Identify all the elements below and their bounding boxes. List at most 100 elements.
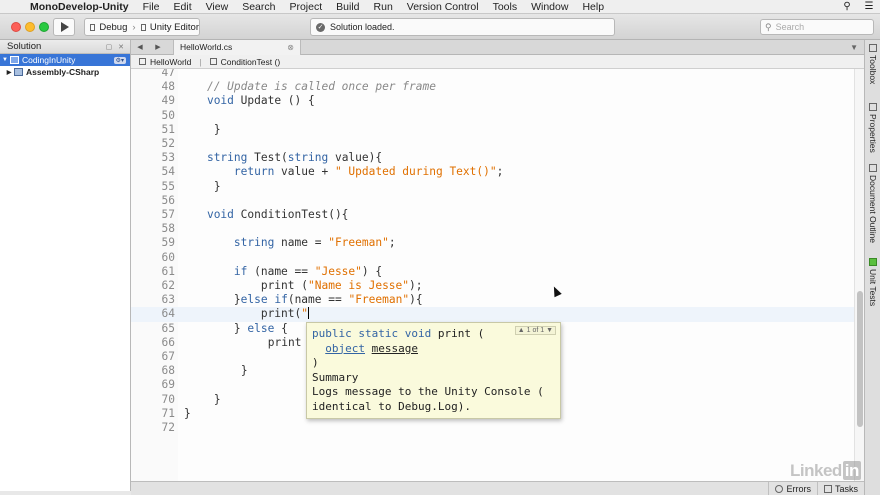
- pad-controls-icon[interactable]: ▢ ✕: [106, 43, 130, 51]
- comment-token: // Update is called once per frame: [206, 80, 436, 94]
- document-tab-bar: ◀ ▶ HelloWorld.cs ⊗ ▼: [131, 39, 864, 55]
- nav-forward-icon[interactable]: ▶: [149, 43, 167, 51]
- tree-item-label: Assembly-CSharp: [26, 67, 100, 77]
- project-icon: [14, 68, 23, 76]
- code-line: 55 }: [131, 180, 854, 194]
- code-line-current: 64 print(": [131, 307, 854, 322]
- configuration-label: Debug: [99, 21, 128, 33]
- code-line: 58: [131, 222, 854, 236]
- notification-center-icon[interactable]: ☰: [858, 1, 880, 12]
- configuration-selector[interactable]: Debug › Unity Editor: [84, 18, 200, 36]
- tab-label: HelloWorld.cs: [180, 42, 233, 52]
- dock-tab-label: Unit Tests: [868, 269, 878, 307]
- minimize-window-button[interactable]: [25, 22, 35, 32]
- zoom-window-button[interactable]: [39, 22, 49, 32]
- parameter-type: object: [325, 341, 365, 355]
- collapse-arrow-icon[interactable]: ▶: [4, 69, 14, 76]
- code-token: value +: [274, 165, 335, 179]
- menu-build[interactable]: Build: [329, 0, 366, 14]
- tasks-button[interactable]: Tasks: [816, 481, 864, 495]
- line-number: 57: [161, 208, 175, 221]
- code-text: string Test(string value){: [180, 151, 382, 164]
- code-token: ;: [496, 165, 504, 179]
- editor-scrollbar[interactable]: [854, 69, 864, 491]
- search-input[interactable]: [775, 22, 866, 32]
- line-number: 49: [161, 94, 175, 108]
- code-editor[interactable]: 47 48 // Update is called once per frame…: [131, 69, 854, 491]
- menu-search[interactable]: Search: [235, 0, 282, 14]
- tab-dropdown-icon[interactable]: ▼: [850, 43, 864, 52]
- code-line: 72: [131, 421, 854, 435]
- tree-item-solution[interactable]: ▼ CodingInUnity ⚙▾: [0, 54, 130, 66]
- code-text: }: [160, 364, 248, 378]
- spotlight-icon[interactable]: ⚲: [836, 1, 858, 12]
- overload-counter[interactable]: ▲ 1 of 1 ▼: [514, 326, 556, 335]
- dock-tab-toolbox[interactable]: Toolbox: [866, 44, 880, 84]
- code-token: {: [274, 321, 288, 335]
- tree-item-assembly[interactable]: ▶ Assembly-CSharp: [0, 66, 130, 78]
- code-line: 57 void ConditionTest(){: [131, 208, 854, 222]
- properties-icon: [869, 103, 877, 111]
- code-token: print (: [260, 279, 308, 292]
- code-line: 60: [131, 251, 854, 265]
- menu-project[interactable]: Project: [282, 0, 329, 14]
- code-text: print ("Name is Jesse");: [180, 279, 423, 292]
- menu-edit[interactable]: Edit: [167, 0, 199, 14]
- keyword-token: else: [247, 321, 275, 335]
- string-token: ": [301, 307, 308, 321]
- keyword-token: void: [206, 94, 234, 108]
- nav-back-icon[interactable]: ◀: [131, 43, 149, 51]
- keyword-token: public static void: [312, 327, 432, 340]
- tab-helloworld[interactable]: HelloWorld.cs ⊗: [173, 39, 301, 55]
- linkedin-watermark: Linked in: [790, 461, 861, 481]
- tooltip-summary-line: identical to Debug.Log).: [312, 399, 471, 413]
- code-token: Test(: [247, 151, 288, 165]
- solution-icon: [10, 56, 19, 64]
- keyword-token: string: [287, 151, 329, 165]
- code-line: 62 print ("Name is Jesse");: [131, 279, 854, 293]
- errors-button[interactable]: Errors: [768, 481, 817, 495]
- parameter-name: message: [371, 341, 418, 355]
- tooltip-summary-line: Logs message to the Unity Console (: [312, 385, 544, 398]
- dock-tab-properties[interactable]: Properties: [866, 103, 880, 153]
- breadcrumb: HelloWorld | ConditionTest (): [131, 55, 864, 69]
- watermark-badge: in: [842, 461, 861, 480]
- check-icon: ✓: [316, 22, 325, 32]
- code-text: }: [157, 406, 191, 420]
- menu-app-name[interactable]: MonoDevelop-Unity: [22, 0, 136, 14]
- run-button[interactable]: [53, 18, 75, 36]
- line-number: 64: [161, 307, 175, 321]
- menu-window[interactable]: Window: [524, 0, 575, 14]
- code-line: 50: [131, 109, 854, 123]
- code-token: }: [233, 293, 241, 307]
- keyword-token: else: [240, 293, 268, 307]
- line-number: 48: [161, 80, 175, 94]
- close-window-button[interactable]: [11, 22, 21, 32]
- code-text: }: [160, 179, 221, 193]
- menu-tools[interactable]: Tools: [486, 0, 525, 14]
- scrollbar-thumb[interactable]: [857, 291, 863, 427]
- string-token: "Freeman": [348, 293, 410, 307]
- line-number: 58: [161, 222, 175, 236]
- toolbox-icon: [869, 44, 877, 52]
- menu-help[interactable]: Help: [575, 0, 611, 14]
- code-text: }: [160, 122, 221, 136]
- line-number: 65: [161, 321, 175, 335]
- line-number: 47: [161, 69, 175, 79]
- breadcrumb-method[interactable]: ConditionTest (): [221, 57, 281, 67]
- menu-file[interactable]: File: [136, 0, 167, 14]
- menu-run[interactable]: Run: [367, 0, 400, 14]
- dock-tab-unit-tests[interactable]: Unit Tests: [866, 258, 880, 306]
- code-line: 53 string Test(string value){: [131, 151, 854, 165]
- class-icon: [139, 58, 146, 65]
- breadcrumb-class[interactable]: HelloWorld: [150, 57, 191, 67]
- settings-icon[interactable]: ⚙▾: [113, 56, 126, 64]
- close-tab-icon[interactable]: ⊗: [287, 43, 294, 52]
- menu-version-control[interactable]: Version Control: [400, 0, 486, 14]
- search-field[interactable]: ⚲: [760, 19, 874, 35]
- expand-arrow-icon[interactable]: ▼: [0, 57, 10, 63]
- dock-tab-document-outline[interactable]: Document Outline: [866, 164, 880, 243]
- tooltip-close: ): [312, 356, 319, 369]
- method-icon: [209, 58, 217, 65]
- menu-view[interactable]: View: [199, 0, 236, 14]
